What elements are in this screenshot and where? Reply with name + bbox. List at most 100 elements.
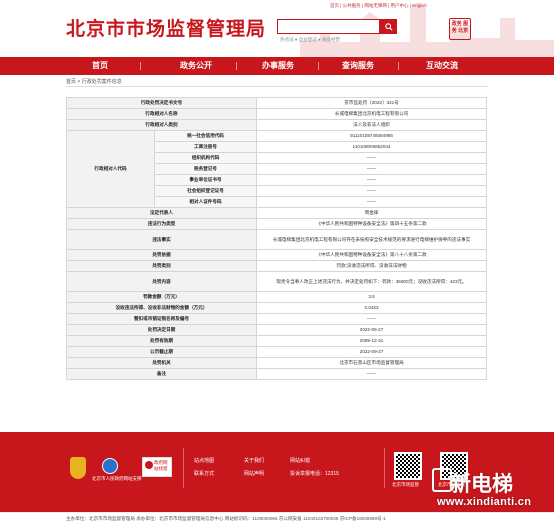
fine-value: 3.5 — [256, 291, 488, 303]
code-label: 事业单位证书号 — [153, 174, 258, 186]
qr-code-weibo — [394, 452, 422, 480]
table-row: 没收违法所得、没收非法财物的金额（万元） 0.0423 — [65, 302, 488, 314]
footer-link-statement[interactable]: 网站声明 — [244, 470, 264, 477]
legal-rep-label: 法定代表人 — [65, 207, 258, 219]
nav-item-home[interactable]: 首页 — [70, 57, 130, 75]
table-row: 处罚有效期 2099-12-31 — [65, 335, 488, 347]
site-header: 北京市市场监督管理局 首页 | 公共服务 | 网站无障碍 | 用户中心 | En… — [0, 0, 554, 57]
hot-words[interactable]: 热点词 ● 企业登记 ● 食品经营 — [280, 37, 340, 43]
valid-until-value: 2099-12-31 — [256, 335, 488, 347]
breadcrumb[interactable]: 首页 > 行政处罚案件信息 — [66, 78, 122, 85]
basis-label: 处罚依据 — [65, 249, 258, 261]
doc-no-value: 京市监处罚〔2022〕341号 — [256, 97, 488, 109]
basis-value: 《中华人民共和国特种设备安全法》第八十八条第二款 — [256, 249, 488, 261]
party-name-value: 长城电梯集团北京机电工程有限公司 — [256, 108, 488, 120]
table-row: 法定代表人 周金锋 — [65, 207, 488, 219]
party-name-label: 行政相对人名称 — [65, 108, 258, 120]
nav-item-interaction[interactable]: 互动交流 — [412, 57, 472, 75]
bottom-info: 主办单位：北京市市场监督管理局 承办单位：北京市市场监督管理局信息中心 网站标识… — [66, 516, 386, 521]
footer-divider — [183, 448, 184, 488]
category-value: 罚款;没收违法所得、没收非法财物 — [256, 260, 488, 272]
footer-divider — [384, 448, 385, 488]
category-label: 处罚类别 — [65, 260, 258, 272]
org-badge-label[interactable]: 北京市人民政府网站支撑 — [92, 476, 142, 482]
hotline: 投诉举报电话：12315 — [290, 471, 339, 477]
table-row: 行政相对人类别 法人及非法人组织 — [65, 119, 488, 131]
watermark-url: www.xindianti.cn — [437, 496, 532, 508]
authority-value: 北京市石景山区市场监督管理局 — [256, 357, 488, 369]
party-type-label: 行政相对人类别 — [65, 119, 258, 131]
code-label: 税务登记号 — [153, 163, 258, 175]
nav-item-query[interactable]: 查询服务 — [328, 57, 388, 75]
divider — [66, 86, 488, 87]
code-label: 工商注册号 — [153, 141, 258, 153]
table-row: 处罚决定日期 2022-06-27 — [65, 324, 488, 336]
table-row: 违法行为类型 《中华人民共和国特种设备安全法》第四十五条第二款 — [65, 218, 488, 230]
violation-type-label: 违法行为类型 — [65, 218, 258, 230]
top-links[interactable]: 首页 | 公共服务 | 网站无障碍 | 用户中心 | English — [330, 3, 427, 9]
confiscated-value: 0.0423 — [256, 302, 488, 314]
search-button[interactable] — [380, 19, 397, 34]
code-value: —— — [256, 174, 488, 186]
party-org-icon[interactable] — [102, 458, 118, 474]
site-title[interactable]: 北京市市场监督管理局 — [66, 14, 266, 41]
table-row: 行政相对人代码 统一社会信用代码 91110108749384985 — [66, 130, 488, 208]
errata-icon — [145, 461, 153, 469]
content-value: 现责令当事人改正上述违法行为，并决定处罚如下：罚款：35000元；没收违法所得：… — [256, 271, 488, 292]
doc-no-label: 行政处罚决定书文号 — [65, 97, 258, 109]
remark-value: —— — [256, 368, 488, 380]
table-row: 行政相对人名称 长城电梯集团北京机电工程有限公司 — [65, 108, 488, 120]
search-icon — [384, 22, 393, 31]
page-root: 北京市市场监督管理局 首页 | 公共服务 | 网站无障碍 | 用户中心 | En… — [0, 0, 554, 527]
table-row: 处罚机关 北京市石景山区市场监督管理局 — [65, 357, 488, 369]
facts-label: 违法事实 — [65, 229, 258, 250]
code-value: 91110108749384985 — [256, 130, 488, 142]
errata-badge[interactable]: 政府网站找错 — [142, 457, 172, 477]
valid-until-label: 处罚有效期 — [65, 335, 258, 347]
remark-label: 备注 — [65, 368, 258, 380]
code-value: 110108005852044 — [256, 141, 488, 153]
table-row: 罚款金额（万元） 3.5 — [65, 291, 488, 303]
nav-item-services[interactable]: 办事服务 — [248, 57, 308, 75]
footer-link-errata[interactable]: 网站纠错 — [290, 457, 310, 464]
publicity-label: 公示截止期 — [65, 346, 258, 358]
content-label: 处罚内容 — [65, 271, 258, 292]
footer-link-about[interactable]: 关于我们 — [244, 457, 264, 464]
table-row: 违法事实 长城电梯集团北京机电工程有限公司存在未按照安全技术规范的要求进行电梯维… — [65, 229, 488, 250]
penalty-table: 行政处罚决定书文号 京市监处罚〔2022〕341号 行政相对人名称 长城电梯集团… — [65, 97, 488, 380]
gov-service-badge[interactable]: 政务 服务 北京 — [449, 18, 471, 40]
legal-rep-value: 周金锋 — [256, 207, 488, 219]
footer-link-sitemap[interactable]: 站点地图 — [194, 457, 214, 464]
table-row: 处罚内容 现责令当事人改正上述违法行为，并决定处罚如下：罚款：35000元；没收… — [65, 271, 488, 292]
party-code-label: 行政相对人代码 — [66, 130, 155, 208]
nav-separator — [236, 62, 237, 70]
nav-item-gov-open[interactable]: 政务公开 — [166, 57, 226, 75]
code-value: —— — [256, 163, 488, 175]
table-row: 处罚类别 罚款;没收违法所得、没收非法财物 — [65, 260, 488, 272]
code-label: 组织机构代码 — [153, 152, 258, 164]
publicity-value: 2022-09-27 — [256, 346, 488, 358]
suspend-value: —— — [256, 313, 488, 325]
national-emblem-icon — [70, 457, 86, 479]
qr-caption: 北京市场监管 — [392, 482, 419, 487]
code-label: 相对人证件号码 — [153, 196, 258, 208]
errata-label: 政府网站找错 — [154, 460, 168, 471]
facts-value: 长城电梯集团北京机电工程有限公司存在未按照安全技术规范的要求进行电梯维护保养的违… — [256, 229, 488, 250]
nav-separator — [318, 62, 319, 70]
footer-link-contact[interactable]: 联系方式 — [194, 470, 214, 477]
watermark-brand: 新电梯 — [450, 472, 513, 496]
suspend-label: 暂扣或吊销证照名称及编号 — [65, 313, 258, 325]
search-input[interactable] — [277, 19, 380, 34]
table-row: 暂扣或吊销证照名称及编号 —— — [65, 313, 488, 325]
table-row: 行政处罚决定书文号 京市监处罚〔2022〕341号 — [65, 97, 488, 109]
main-nav: 首页 政务公开 办事服务 查询服务 互动交流 — [0, 57, 554, 75]
nav-separator — [398, 62, 399, 70]
table-row: 处罚依据 《中华人民共和国特种设备安全法》第八十八条第二款 — [65, 249, 488, 261]
violation-type-value: 《中华人民共和国特种设备安全法》第四十五条第二款 — [256, 218, 488, 230]
authority-label: 处罚机关 — [65, 357, 258, 369]
code-value: —— — [256, 196, 488, 208]
watermark-logo-icon — [432, 468, 452, 492]
table-row: 公示截止期 2022-09-27 — [65, 346, 488, 358]
code-label: 统一社会信用代码 — [153, 130, 258, 142]
decision-date-label: 处罚决定日期 — [65, 324, 258, 336]
